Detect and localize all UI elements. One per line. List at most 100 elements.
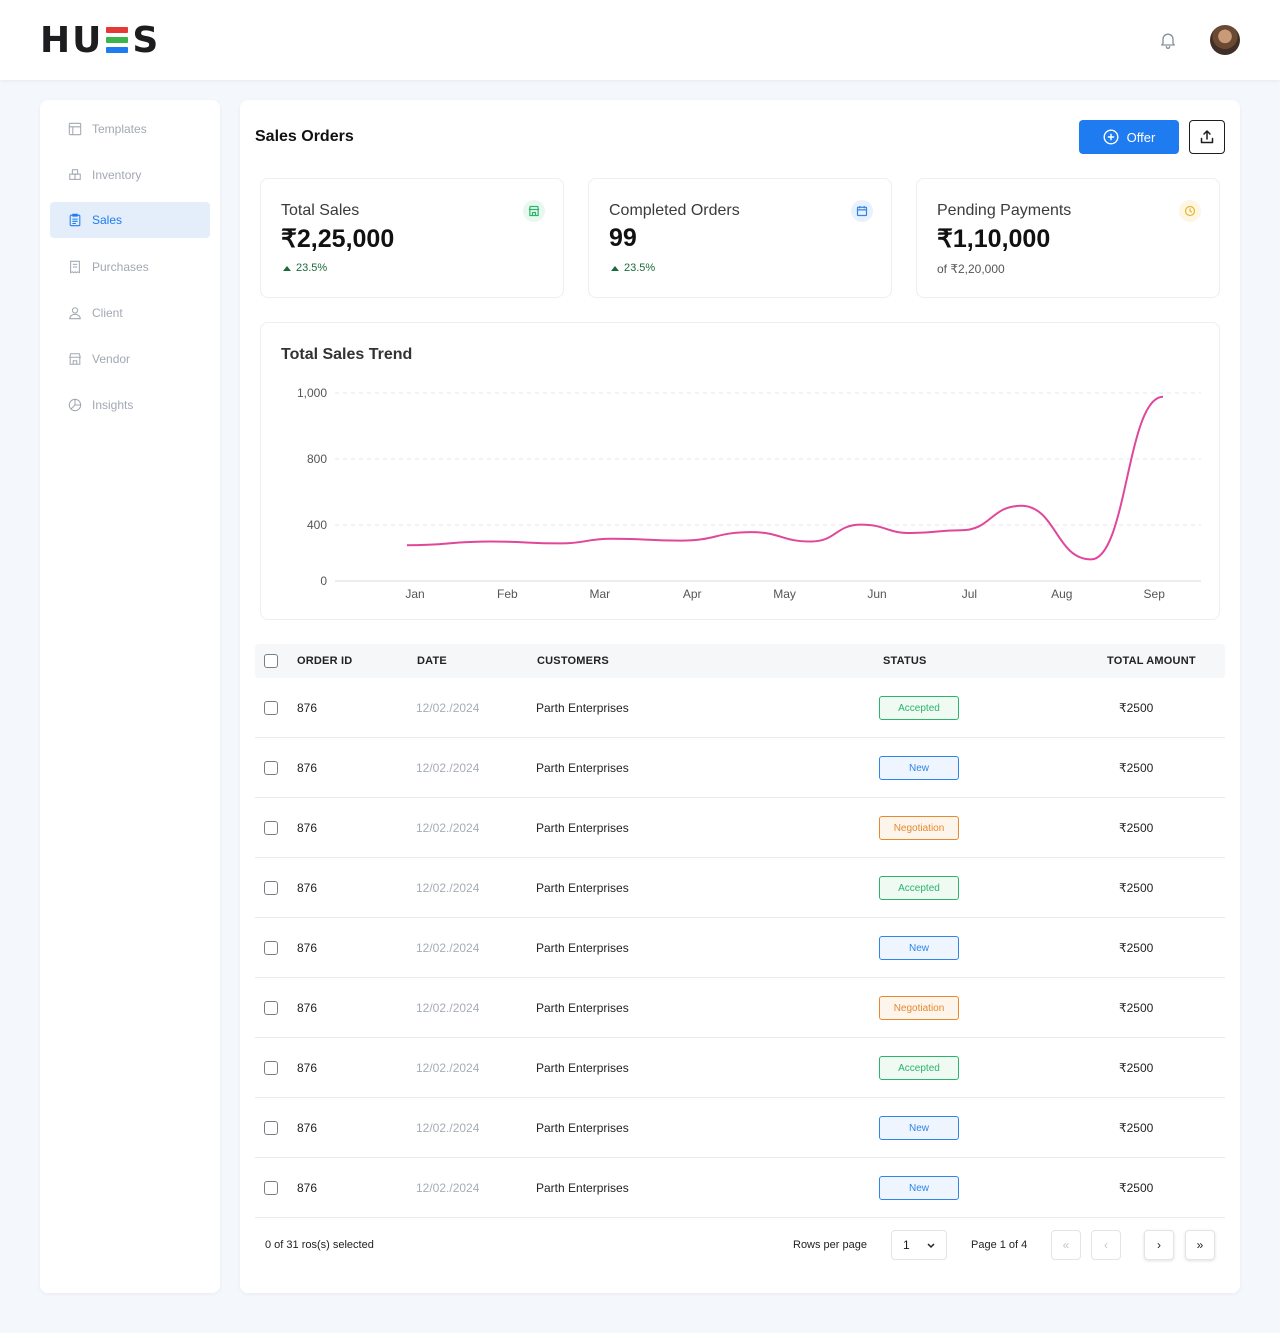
order-amount: ₹2500 — [1119, 941, 1154, 955]
customer-name: Parth Enterprises — [536, 1061, 629, 1075]
customer-name: Parth Enterprises — [536, 1121, 629, 1135]
table-row[interactable]: 876 12/02./2024 Parth Enterprises Accepted ₹… — [255, 858, 1225, 918]
chevron-down-icon — [927, 1243, 935, 1249]
row-checkbox[interactable] — [264, 701, 278, 715]
select-all-checkbox[interactable] — [264, 654, 278, 668]
row-checkbox[interactable] — [264, 881, 278, 895]
table-row[interactable]: 876 12/02./2024 Parth Enterprises Accepted ₹… — [255, 1038, 1225, 1098]
row-checkbox[interactable] — [264, 821, 278, 835]
customer-name: Parth Enterprises — [536, 881, 629, 895]
order-id: 876 — [297, 1121, 318, 1135]
y-tick-label: 0 — [320, 574, 327, 588]
column-header-customers[interactable]: CUSTOMERS — [537, 655, 609, 667]
next-page-button[interactable]: › — [1144, 1230, 1174, 1260]
card-label: Pending Payments — [937, 202, 1072, 219]
table-footer: 0 of 31 ros(s) selected Rows per page 1 … — [255, 1218, 1225, 1272]
store-icon — [69, 353, 81, 365]
store-icon — [523, 200, 545, 222]
bell-icon[interactable] — [1158, 30, 1178, 50]
x-tick-label: Feb — [497, 587, 518, 601]
page-info: Page 1 of 4 — [971, 1239, 1028, 1251]
column-header-status[interactable]: STATUS — [883, 655, 927, 667]
stat-card-pending-payments: Pending Payments ₹1,10,000 of ₹2,20,000 — [916, 178, 1220, 298]
x-tick-label: Apr — [683, 587, 702, 601]
top-bar: HU S — [0, 0, 1280, 80]
x-tick-label: Jan — [405, 587, 424, 601]
order-amount: ₹2500 — [1119, 701, 1154, 715]
sidebar: Templates Inventory Sales Purchases Clie… — [40, 100, 220, 1293]
sidebar-item-label: Templates — [92, 122, 147, 136]
customer-name: Parth Enterprises — [536, 701, 629, 715]
row-checkbox[interactable] — [264, 941, 278, 955]
order-id: 876 — [297, 1001, 318, 1015]
sidebar-item-templates[interactable]: Templates — [50, 111, 210, 147]
clipboard-icon — [69, 213, 81, 227]
sidebar-item-client[interactable]: Client — [50, 295, 210, 331]
table-row[interactable]: 876 12/02./2024 Parth Enterprises New ₹2500 — [255, 918, 1225, 978]
status-badge: Accepted — [879, 1056, 959, 1080]
x-tick-label: Sep — [1144, 587, 1166, 601]
user-avatar[interactable] — [1210, 25, 1240, 55]
order-id: 876 — [297, 941, 318, 955]
stat-card-total-sales: Total Sales ₹2,25,000 23.5% — [260, 178, 564, 298]
row-checkbox[interactable] — [264, 761, 278, 775]
y-tick-label: 400 — [307, 518, 327, 532]
card-label: Total Sales — [281, 202, 360, 219]
arrow-up-icon — [611, 265, 619, 271]
x-tick-label: Jul — [962, 587, 977, 601]
table-row[interactable]: 876 12/02./2024 Parth Enterprises New ₹2500 — [255, 1158, 1225, 1218]
export-button[interactable] — [1189, 120, 1225, 154]
table-row[interactable]: 876 12/02./2024 Parth Enterprises New ₹2500 — [255, 1098, 1225, 1158]
last-page-button[interactable]: » — [1185, 1230, 1215, 1260]
table-row[interactable]: 876 12/02./2024 Parth Enterprises Negotiati… — [255, 798, 1225, 858]
hues-logo[interactable]: HU S — [40, 20, 160, 61]
row-checkbox[interactable] — [264, 1121, 278, 1135]
sidebar-item-insights[interactable]: Insights — [50, 387, 210, 423]
prev-page-button[interactable]: ‹ — [1091, 1230, 1121, 1260]
series-line — [406, 395, 1164, 561]
column-header-date[interactable]: DATE — [417, 655, 447, 667]
card-delta: 23.5% — [611, 262, 655, 274]
row-checkbox[interactable] — [264, 1061, 278, 1075]
card-label: Completed Orders — [609, 202, 740, 219]
offer-button[interactable]: Offer — [1079, 120, 1179, 154]
sidebar-item-label: Inventory — [92, 168, 142, 182]
row-checkbox[interactable] — [264, 1001, 278, 1015]
sidebar-item-inventory[interactable]: Inventory — [50, 157, 210, 193]
status-badge: Accepted — [879, 876, 959, 900]
order-amount: ₹2500 — [1119, 761, 1154, 775]
user-icon — [69, 307, 81, 320]
calendar-icon — [851, 200, 873, 222]
y-tick-label: 800 — [307, 452, 327, 466]
table-row[interactable]: 876 12/02./2024 Parth Enterprises New ₹2500 — [255, 738, 1225, 798]
sidebar-item-label: Sales — [92, 213, 123, 227]
status-badge: Accepted — [879, 696, 959, 720]
first-page-button[interactable]: « — [1051, 1230, 1081, 1260]
page-title: Sales Orders — [255, 128, 354, 145]
row-checkbox[interactable] — [264, 1181, 278, 1195]
order-amount: ₹2500 — [1119, 821, 1154, 835]
card-value: 99 — [609, 224, 637, 252]
sidebar-item-vendor[interactable]: Vendor — [50, 341, 210, 377]
stat-card-completed-orders: Completed Orders 99 23.5% — [588, 178, 892, 298]
status-badge: Negotiation — [879, 996, 959, 1020]
x-tick-label: Aug — [1051, 587, 1072, 601]
receipt-icon — [70, 260, 80, 274]
table-row[interactable]: 876 12/02./2024 Parth Enterprises Negotiati… — [255, 978, 1225, 1038]
customer-name: Parth Enterprises — [536, 821, 629, 835]
order-date: 12/02./2024 — [416, 1181, 480, 1195]
sidebar-item-sales[interactable]: Sales — [50, 202, 210, 238]
sidebar-item-purchases[interactable]: Purchases — [50, 249, 210, 285]
rows-per-page-select[interactable]: 1 — [891, 1230, 947, 1260]
sidebar-item-label: Purchases — [92, 260, 149, 274]
order-id: 876 — [297, 1061, 318, 1075]
sales-trend-chart: Total Sales Trend 0 400 800 1,000 Jan Feb Mar A… — [260, 322, 1220, 620]
column-header-total-amount[interactable]: TOTAL AMOUNT — [1107, 655, 1196, 667]
x-tick-label: Jun — [867, 587, 886, 601]
order-id: 876 — [297, 1181, 318, 1195]
column-header-order-id[interactable]: ORDER ID — [297, 655, 352, 667]
order-date: 12/02./2024 — [416, 1121, 480, 1135]
card-delta: 23.5% — [283, 262, 327, 274]
table-row[interactable]: 876 12/02./2024 Parth Enterprises Accepted ₹… — [255, 678, 1225, 738]
table-header: ORDER ID DATE CUSTOMERS STATUS TOTAL AMO… — [255, 644, 1225, 678]
